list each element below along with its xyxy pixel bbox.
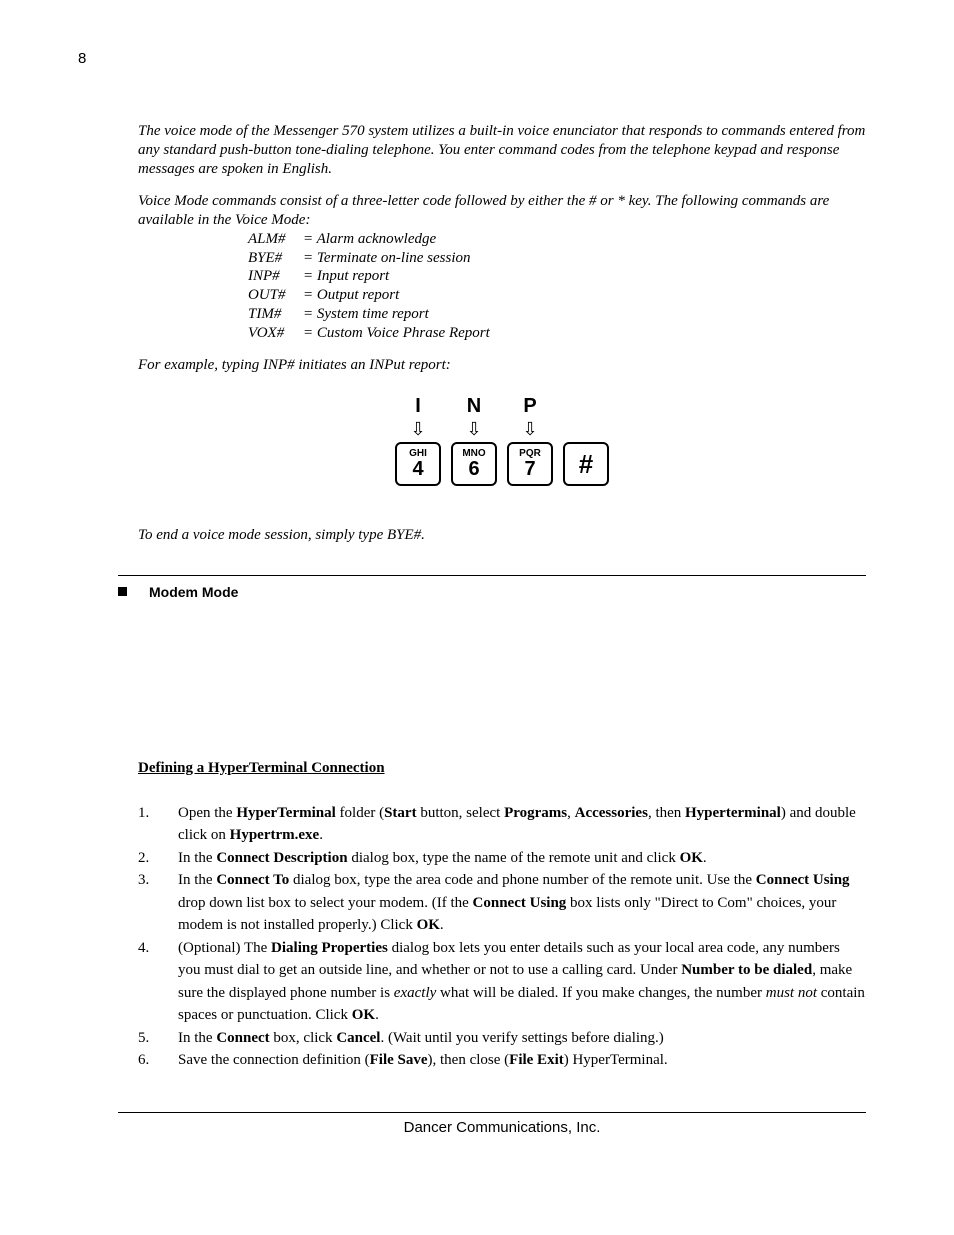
command-list: ALM#= Alarm acknowledge BYE#= Terminate …: [248, 230, 866, 343]
subsection-heading: Defining a HyperTerminal Connection: [138, 760, 866, 777]
step-3: 3. In the Connect To dialog box, type th…: [138, 869, 866, 937]
phone-key-6: MNO 6: [451, 442, 497, 486]
keypad-col: I ⇩ GHI 4: [395, 395, 441, 486]
divider: [118, 575, 866, 576]
intro-paragraph-2: Voice Mode commands consist of a three-l…: [138, 192, 866, 230]
footer-divider: [118, 1112, 866, 1113]
example-text: For example, typing INP# initiates an IN…: [138, 356, 866, 375]
down-arrow-icon: ⇩: [466, 420, 481, 438]
keypad-col: P ⇩ PQR 7: [507, 395, 553, 486]
command-row: VOX#= Custom Voice Phrase Report: [248, 324, 866, 343]
key-letter: P: [523, 395, 536, 418]
step-5: 5. In the Connect box, click Cancel. (Wa…: [138, 1027, 866, 1050]
keypad-diagram: I ⇩ GHI 4 N ⇩ MNO 6 P ⇩ PQR 7 #: [138, 395, 866, 486]
step-2: 2. In the Connect Description dialog box…: [138, 847, 866, 870]
step-6: 6. Save the connection definition (File …: [138, 1049, 866, 1072]
key-letter: N: [467, 395, 481, 418]
step-1: 1. Open the HyperTerminal folder (Start …: [138, 802, 866, 847]
phone-key-hash: #: [563, 442, 609, 486]
bullet-icon: [118, 587, 127, 596]
keypad-col: N ⇩ MNO 6: [451, 395, 497, 486]
phone-key-7: PQR 7: [507, 442, 553, 486]
steps-list: 1. Open the HyperTerminal folder (Start …: [138, 802, 866, 1072]
down-arrow-icon: ⇩: [410, 420, 425, 438]
section-heading: Modem Mode: [118, 584, 866, 600]
command-row: INP#= Input report: [248, 267, 866, 286]
main-content: The voice mode of the Messenger 570 syst…: [138, 122, 866, 1136]
footer: Dancer Communications, Inc.: [138, 1119, 866, 1136]
step-4: 4. (Optional) The Dialing Properties dia…: [138, 937, 866, 1027]
command-row: TIM#= System time report: [248, 305, 866, 324]
phone-key-4: GHI 4: [395, 442, 441, 486]
key-letter: I: [415, 395, 421, 418]
intro-paragraph-1: The voice mode of the Messenger 570 syst…: [138, 122, 866, 178]
down-arrow-icon: ⇩: [522, 420, 537, 438]
end-session-text: To end a voice mode session, simply type…: [138, 526, 866, 545]
command-row: ALM#= Alarm acknowledge: [248, 230, 866, 249]
keypad-col: #: [563, 395, 609, 486]
page-number: 8: [78, 50, 876, 67]
command-row: OUT#= Output report: [248, 286, 866, 305]
command-row: BYE#= Terminate on-line session: [248, 249, 866, 268]
